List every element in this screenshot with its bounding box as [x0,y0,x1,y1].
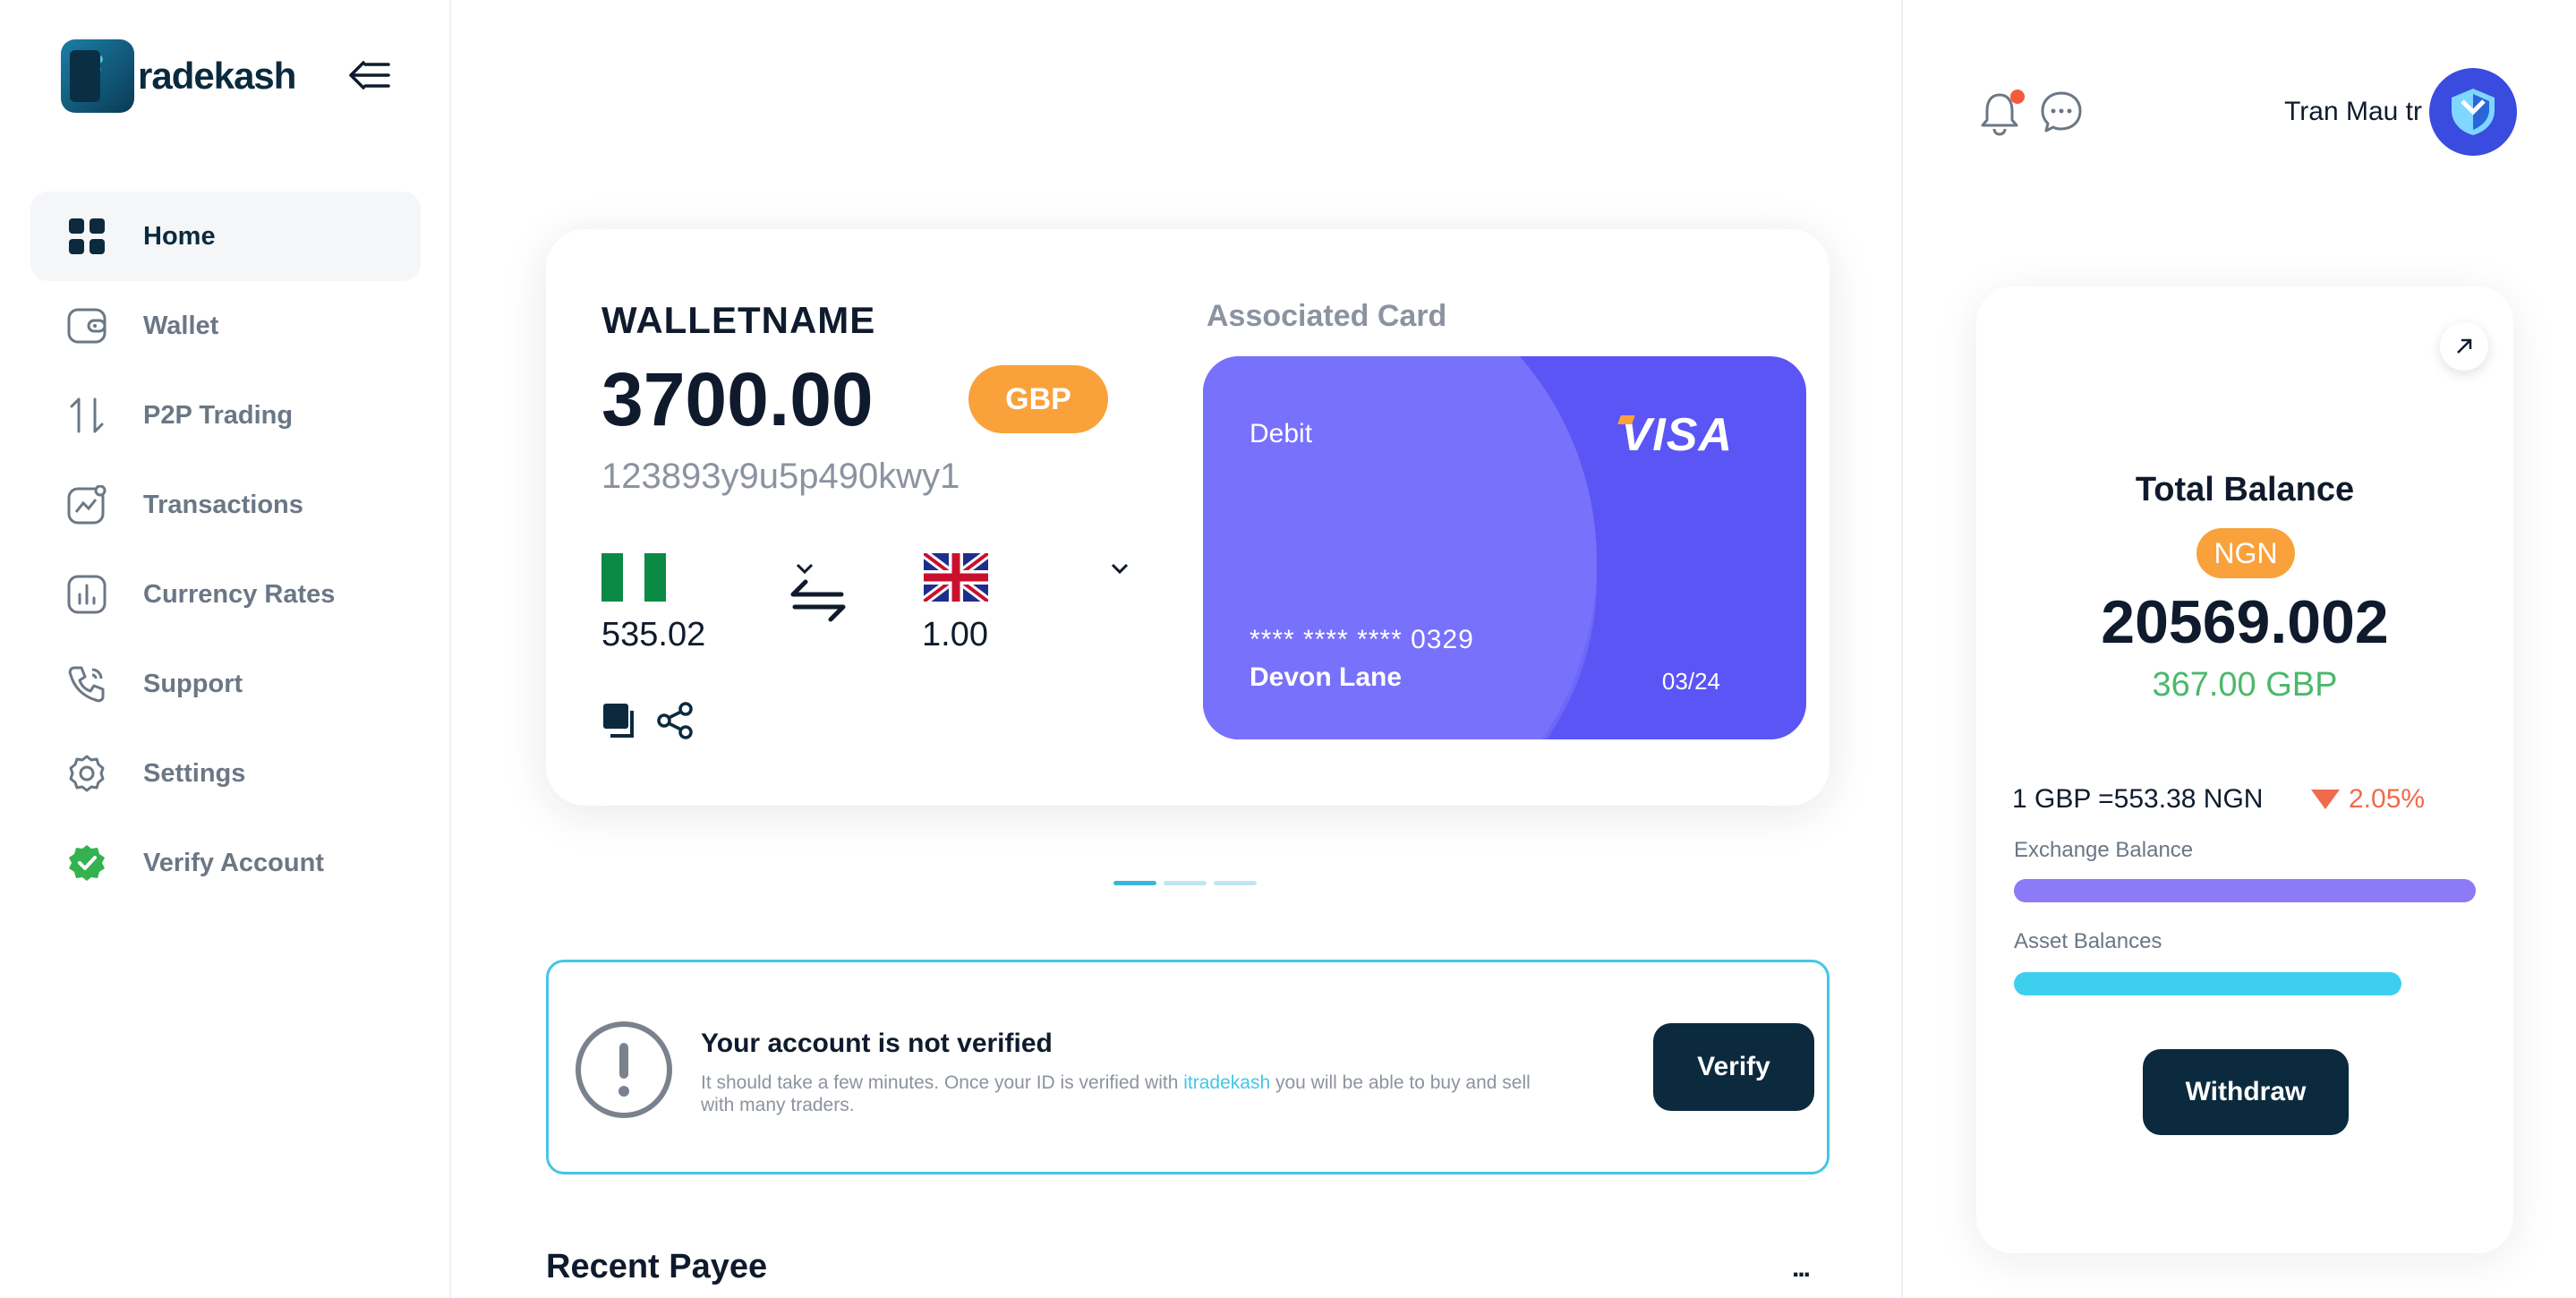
total-balance-amount: 20569.002 [2101,588,2389,656]
app-root: i radekash Home Wallet P2P Trading Trans… [0,0,2576,1298]
sidebar-item-label: Support [143,669,243,698]
sidebar-item-label: Settings [143,758,246,788]
sidebar-item-currency-rates[interactable]: Currency Rates [30,550,421,639]
share-icon[interactable] [657,702,695,739]
verify-button[interactable]: Verify [1653,1023,1814,1111]
chat-icon[interactable] [2039,90,2084,134]
chart-line-icon [66,484,107,525]
sidebar-item-verify-account[interactable]: Verify Account [30,818,421,908]
carousel-dot[interactable] [1164,881,1207,885]
visa-debit-card[interactable]: Debit VISA **** **** **** 0329 Devon Lan… [1203,356,1806,739]
grid-icon [66,216,107,257]
verification-banner: Your account is not verified It should t… [546,960,1830,1174]
asset-balances-label: Asset Balances [2014,929,2162,953]
sidebar-item-label: Wallet [143,311,219,340]
carousel-dot[interactable] [1113,881,1156,885]
copy-icon[interactable] [601,702,639,739]
card-number: **** **** **** 0329 [1250,625,1474,654]
logo-mark: i [61,39,134,113]
wallet-amount: 3700.00 [601,357,874,441]
swap-arrows-icon[interactable] [789,576,847,625]
exchange-rate: 1 GBP =553.38 NGN [2012,784,2264,814]
carousel-indicator [1113,881,1257,885]
wallet-name: WALLETNAME [601,299,876,341]
recent-payee-title: Recent Payee [546,1248,768,1285]
total-balance-card: Total Balance NGN 20569.002 367.00 GBP 1… [1976,286,2513,1253]
verify-description: It should take a few minutes. Once your … [701,1072,1531,1115]
notification-dot [2010,90,2025,104]
card-type: Debit [1250,419,1313,448]
main-content: WALLETNAME 3700.00 GBP 123893y9u5p490kwy… [453,0,1901,1298]
visa-logo: VISA [1620,409,1733,461]
sidebar-item-label: Currency Rates [143,579,336,609]
right-panel: Tran Mau tr Total Balance NGN 20569.002 … [1901,0,2576,1298]
currency-badge[interactable]: NGN [2196,528,2295,578]
wallet-icon [66,305,107,346]
sidebar-item-settings[interactable]: Settings [30,729,421,818]
sidebar-nav: Home Wallet P2P Trading Transactions Cur… [30,192,421,908]
brand-name: radekash [138,55,296,97]
sidebar-item-label: Transactions [143,490,303,519]
sidebar-item-wallet[interactable]: Wallet [30,281,421,371]
wallet-id: 123893y9u5p490kwy1 [601,457,960,496]
sidebar: i radekash Home Wallet P2P Trading Trans… [0,0,451,1298]
card-holder: Devon Lane [1250,662,1403,692]
sidebar-item-label: Home [143,221,216,251]
brand-link[interactable]: itradekash [1183,1072,1270,1093]
avatar[interactable] [2429,68,2517,156]
asset-balances-bar [2014,972,2402,995]
sidebar-item-home[interactable]: Home [30,192,421,281]
user-name[interactable]: Tran Mau tr [2284,97,2422,127]
sidebar-item-label: Verify Account [143,848,324,877]
brand-logo[interactable]: i radekash [61,39,296,113]
total-balance-title: Total Balance [2135,471,2355,508]
sidebar-item-p2p-trading[interactable]: P2P Trading [30,371,421,460]
chevron-down-icon[interactable] [1110,553,1130,581]
exchange-balance-bar [2014,879,2476,902]
shield-icon [2452,89,2495,135]
phone-icon [66,663,107,705]
wallet-card: WALLETNAME 3700.00 GBP 123893y9u5p490kwy… [546,229,1830,806]
uk-flag-icon [921,550,991,605]
balance-secondary: 367.00 GBP [2152,666,2338,704]
bar-chart-icon [66,574,107,615]
associated-card-label: Associated Card [1207,299,1447,333]
sidebar-item-transactions[interactable]: Transactions [30,460,421,550]
rate-change: 2.05% [2311,784,2425,815]
collapse-sidebar-icon[interactable] [347,56,392,95]
withdraw-button[interactable]: Withdraw [2143,1049,2349,1135]
verify-title: Your account is not verified [701,1029,1053,1058]
more-options-icon[interactable]: ... [1792,1253,1811,1284]
from-rate-value: 535.02 [601,616,706,653]
to-rate-value: 1.00 [922,616,988,653]
sidebar-item-support[interactable]: Support [30,639,421,729]
arrows-up-down-icon [66,395,107,436]
alert-icon [574,1020,674,1120]
verified-check-icon [66,842,107,884]
card-expiry: 03/24 [1661,668,1720,695]
nigeria-flag-icon [601,553,666,602]
currency-badge[interactable]: GBP [968,365,1108,433]
expand-arrow-icon[interactable] [2440,322,2488,371]
gear-icon [66,753,107,794]
sidebar-item-label: P2P Trading [143,400,294,430]
down-triangle-icon [2311,790,2340,809]
carousel-dot[interactable] [1214,881,1257,885]
exchange-balance-label: Exchange Balance [2014,838,2194,862]
